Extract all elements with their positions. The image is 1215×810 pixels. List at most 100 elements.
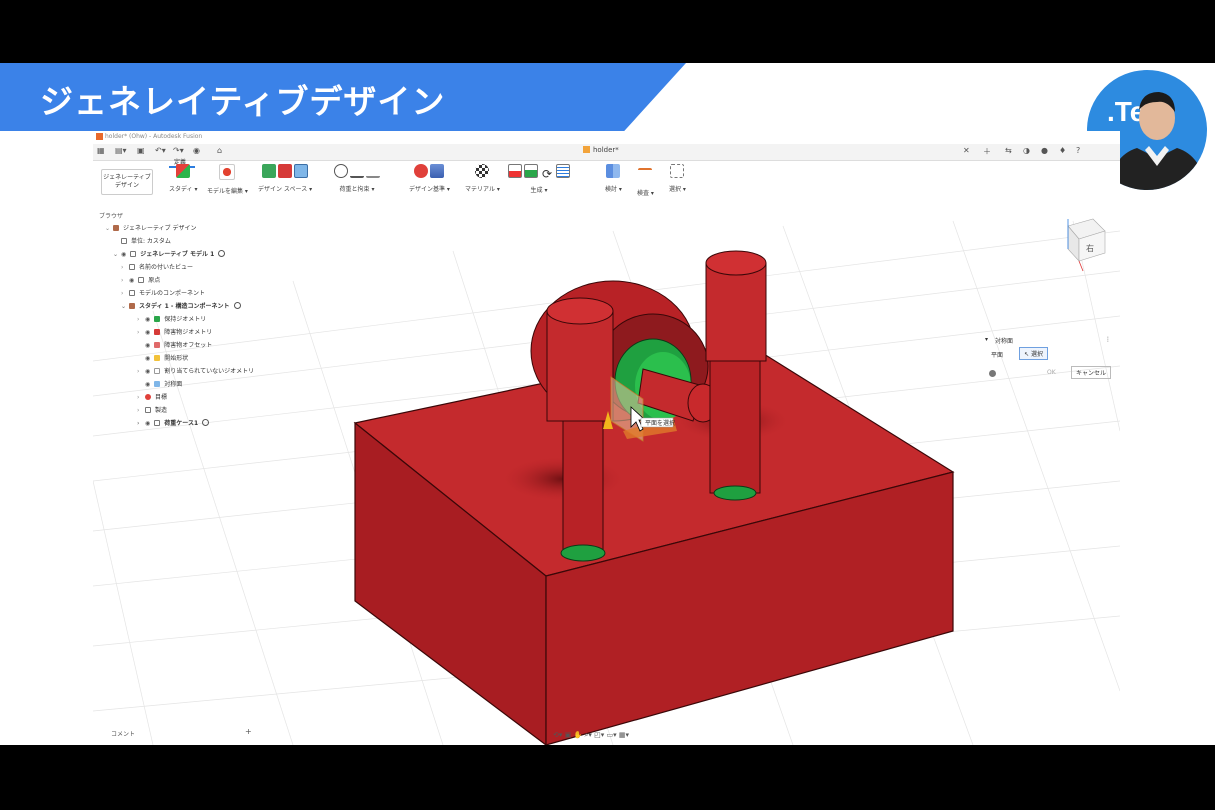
design-root-icon (113, 225, 119, 231)
browser-row-label: 対称面 (164, 381, 183, 388)
obstacle-left-cap-top (546, 297, 614, 325)
cursor-icon: ↖ (1024, 351, 1031, 358)
folder-icon (129, 264, 135, 270)
browser-row-label: ジェネレーティブ デザイン (123, 225, 197, 232)
browser-row-label: 保持ジオメトリ (164, 316, 207, 323)
comments-label: コメント (111, 731, 136, 738)
unassigned-geometry-icon (154, 368, 161, 374)
symmetry-plane-dialog: ▾ 対称面 ⋮ 平面 ↖ 選択 OK キャンセル (985, 336, 1115, 396)
activate-radio[interactable] (202, 419, 210, 426)
browser-row-label: モデルのコンポーネント (139, 290, 206, 297)
zoom-icon[interactable]: ⌕▾ (584, 731, 591, 739)
manufacturing-icon (145, 407, 151, 413)
document-units-icon (121, 238, 127, 244)
select-plane-button[interactable]: ↖ 選択 (1019, 347, 1048, 360)
obstacle-offset-icon (154, 342, 161, 348)
browser-row-label: 名前の付いたビュー (139, 264, 194, 271)
orbit-icon[interactable]: ⟲▾ (553, 731, 562, 739)
browser-row[interactable]: › 目標 (137, 393, 167, 403)
browser-row-label: 障害物ジオメトリ (164, 329, 213, 336)
slide: ジェネレイティブデザイン .Te holder* (Ohw) - Autodes… (0, 63, 1215, 745)
browser-row-label: 目標 (155, 394, 168, 401)
browser-row[interactable]: › 名前の付いたビュー (121, 263, 193, 273)
browser-row[interactable]: › 製造 (137, 406, 167, 416)
browser-header: ブラウザ (99, 213, 124, 220)
pan-icon[interactable]: ✋ (573, 731, 582, 739)
browser-row[interactable]: ⌄ ジェネレーティブ デザイン (105, 224, 197, 234)
browser-row[interactable]: ⌄ ◉ ジェネレーティブ モデル 1 (113, 250, 226, 260)
letterbox-top (0, 0, 1215, 63)
viewcube-face-right: 右 (1086, 243, 1094, 253)
load-case-icon (154, 420, 161, 426)
browser-row[interactable]: ◉ 開始形状 (145, 354, 188, 364)
browser-row[interactable]: › ◉ 割り当てられていないジオメトリ (137, 367, 254, 377)
cancel-button[interactable]: キャンセル (1071, 366, 1112, 379)
visibility-eye-icon[interactable]: ◉ (145, 419, 150, 429)
visibility-eye-icon[interactable]: ◉ (145, 328, 150, 338)
visibility-eye-icon[interactable]: ◉ (129, 276, 134, 286)
visibility-eye-icon[interactable]: ◉ (145, 380, 150, 390)
objectives-icon (145, 394, 151, 400)
obstacle-right-cap (705, 262, 767, 362)
browser-row-label: 割り当てられていないジオメトリ (164, 368, 255, 375)
grid-settings-icon[interactable]: ▦▾ (619, 731, 629, 739)
preserve-geometry-left-foot (560, 544, 606, 562)
display-settings-icon[interactable]: ▭▾ (606, 731, 616, 739)
obstacle-right-pillar (709, 340, 761, 494)
obstacle-left-cap (546, 310, 614, 422)
add-comment-icon[interactable]: + (245, 727, 252, 736)
browser-row-label: 製造 (155, 407, 168, 414)
visibility-eye-icon[interactable]: ◉ (121, 250, 126, 260)
tooltip-text: 平面を選択 (645, 419, 675, 427)
folder-icon (129, 290, 135, 296)
slide-title: ジェネレイティブデザイン (40, 82, 446, 121)
plane-field-label: 平面 (991, 352, 1004, 359)
browser-panel: ブラウザ ⌄ ジェネレーティブ デザイン 単位: カスタム ⌄ ◉ ジェネレーティブ … (93, 211, 263, 451)
activate-radio[interactable] (218, 250, 226, 257)
browser-row-label: 原点 (148, 277, 161, 284)
browser-row[interactable]: › ◉ 障害物ジオメトリ (137, 328, 212, 338)
browser-row-label: スタディ 1 - 構造コンポーネント (139, 303, 230, 310)
study-icon (129, 303, 135, 309)
browser-row[interactable]: › ◉ 荷重ケース1 (137, 419, 210, 429)
info-icon[interactable] (989, 370, 996, 377)
obstacle-right-cap-top (705, 250, 767, 276)
navigation-bar: ⟲▾ ▣ ✋ ⌕▾ ◰▾ ▭▾ ▦▾ (553, 731, 629, 740)
browser-row-label: ジェネレーティブ モデル 1 (140, 251, 215, 258)
look-at-icon[interactable]: ▣ (565, 731, 572, 739)
browser-row[interactable]: 単位: カスタム (121, 237, 171, 247)
browser-row[interactable]: › モデルのコンポーネント (121, 289, 205, 299)
browser-row[interactable]: ⌄ スタディ 1 - 構造コンポーネント (121, 302, 241, 312)
fit-icon[interactable]: ◰▾ (594, 731, 604, 739)
browser-row[interactable]: › ◉ 原点 (121, 276, 160, 286)
browser-row[interactable]: ◉ 対称面 (145, 380, 182, 390)
select-plane-label: 選択 (1030, 351, 1043, 358)
preserve-geometry-icon (154, 316, 161, 322)
browser-row[interactable]: › ◉ 保持ジオメトリ (137, 315, 206, 325)
browser-row[interactable]: ◉ 障害物オフセット (145, 341, 212, 351)
browser-row-label: 荷重ケース1 (164, 420, 199, 427)
preserve-geometry-right-foot (713, 485, 757, 501)
activate-radio[interactable] (233, 302, 241, 309)
dialog-menu-icon[interactable]: ⋮ (1105, 336, 1111, 343)
dialog-title: 対称面 (995, 338, 1014, 345)
fusion-window: holder* (Ohw) - Autodesk Fusion ▦ ▤▾ ▣ ↶… (93, 131, 1120, 745)
model-icon (130, 251, 137, 257)
symmetry-plane-icon (154, 381, 161, 387)
dialog-collapse-icon[interactable]: ▾ (985, 336, 988, 343)
letterbox-bottom (0, 745, 1215, 810)
visibility-eye-icon[interactable]: ◉ (145, 367, 150, 377)
starting-shape-icon (154, 355, 161, 361)
obstacle-left-pillar (562, 420, 604, 554)
folder-icon (138, 277, 145, 283)
browser-row-label: 障害物オフセット (164, 342, 213, 349)
ok-button[interactable]: OK (1047, 369, 1056, 376)
video-frame: ジェネレイティブデザイン .Te holder* (Ohw) - Autodes… (0, 0, 1215, 810)
obstacle-geometry-icon (154, 329, 161, 335)
browser-row-label: 単位: カスタム (131, 238, 171, 245)
browser-row-label: 開始形状 (164, 355, 189, 362)
view-cube[interactable]: 右 (1067, 218, 1106, 272)
visibility-eye-icon[interactable]: ◉ (145, 341, 150, 351)
visibility-eye-icon[interactable]: ◉ (145, 354, 150, 364)
visibility-eye-icon[interactable]: ◉ (145, 315, 150, 325)
